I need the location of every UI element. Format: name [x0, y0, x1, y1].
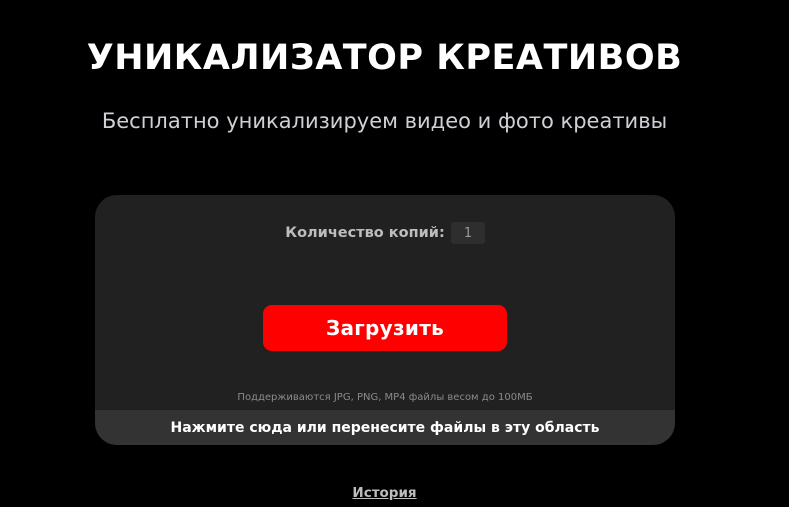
history-link[interactable]: История	[0, 485, 769, 501]
copies-row: Количество копий:	[95, 222, 675, 244]
supported-formats-note: Поддерживаются JPG, PNG, MP4 файлы весом…	[237, 392, 533, 403]
page: УНИКАЛИЗАТОР КРЕАТИВОВ Бесплатно уникали…	[0, 0, 789, 507]
drop-zone-hint-bar[interactable]: Нажмите сюда или перенесите файлы в эту …	[95, 410, 675, 445]
upload-drop-zone[interactable]: Количество копий: Загрузить Поддерживают…	[95, 195, 675, 445]
copies-count-input[interactable]	[450, 222, 485, 244]
copies-label: Количество копий:	[285, 225, 445, 241]
upload-button[interactable]: Загрузить	[263, 305, 507, 351]
page-subtitle: Бесплатно уникализируем видео и фото кре…	[101, 109, 668, 133]
page-title: УНИКАЛИЗАТОР КРЕАТИВОВ	[86, 38, 683, 78]
